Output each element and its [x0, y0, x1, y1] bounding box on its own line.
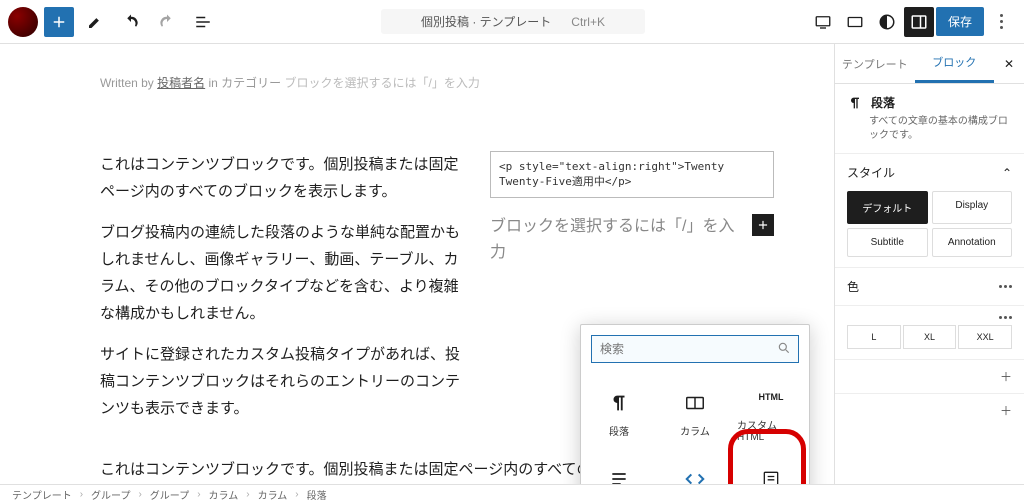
author-link[interactable]: 投稿者名 [157, 76, 205, 90]
view-desktop-button[interactable] [808, 7, 838, 37]
tab-block[interactable]: ブロック [915, 44, 995, 83]
styles-button[interactable] [872, 7, 902, 37]
content-icon [607, 467, 631, 484]
size-xxl[interactable]: XXL [958, 325, 1012, 349]
more-options-button[interactable] [986, 7, 1016, 37]
block-item-html[interactable]: HTML カスタム HTML [733, 371, 809, 453]
close-sidebar-button[interactable]: ✕ [994, 57, 1024, 71]
content-paragraph[interactable]: これはコンテンツブロックです。個別投稿または固定ページ内のすべてのブロックを表示… [100, 151, 460, 205]
style-annotation[interactable]: Annotation [932, 228, 1013, 257]
add-block-button[interactable] [44, 7, 74, 37]
style-default[interactable]: デフォルト [847, 191, 928, 224]
add-control-button[interactable]: ＋ [835, 393, 1024, 427]
breadcrumb-item[interactable]: グループ [91, 487, 130, 502]
center-title: 個別投稿 · テンプレート [421, 13, 551, 30]
paragraph-icon [607, 391, 631, 415]
more-icon[interactable] [999, 285, 1012, 288]
settings-sidebar-button[interactable] [904, 7, 934, 37]
breadcrumb-item[interactable]: カラム [258, 487, 288, 502]
code-icon [683, 467, 707, 484]
html-icon: HTML [759, 385, 783, 409]
current-block-title: 段落 [847, 94, 1012, 111]
block-item-code[interactable]: コード [657, 453, 733, 484]
style-section-header[interactable]: スタイル ⌃ [847, 164, 1012, 181]
undo-button[interactable] [116, 7, 146, 37]
columns-icon [683, 391, 707, 415]
chevron-up-icon: ⌃ [1002, 166, 1012, 180]
post-byline: Written by 投稿者名 in カテゴリー ブロックを選択するには「/」を… [100, 74, 774, 91]
breadcrumb: テンプレート› グループ› グループ› カラム› カラム› 段落 [0, 484, 1024, 504]
more-icon[interactable] [999, 316, 1012, 319]
inline-inserter-button[interactable] [752, 214, 774, 236]
block-item-columns[interactable]: カラム [657, 371, 733, 453]
block-item-latest-posts[interactable]: 最新の投稿 [733, 453, 809, 484]
style-subtitle[interactable]: Subtitle [847, 228, 928, 257]
latest-posts-icon [759, 467, 783, 484]
site-logo[interactable] [8, 7, 38, 37]
breadcrumb-item[interactable]: グループ [150, 487, 189, 502]
color-section-header[interactable]: 色 [847, 278, 1012, 295]
block-inserter-popover: 段落 カラム HTML カスタム HTML コンテンツ コード [580, 324, 810, 484]
edit-mode-button[interactable] [80, 7, 110, 37]
add-control-button[interactable]: ＋ [835, 359, 1024, 393]
size-l[interactable]: L [847, 325, 901, 349]
command-center[interactable]: 個別投稿 · テンプレート Ctrl+K [381, 9, 645, 34]
center-shortcut: Ctrl+K [571, 15, 605, 29]
fullscreen-button[interactable] [840, 7, 870, 37]
block-item-content[interactable]: コンテンツ [581, 453, 657, 484]
tab-template[interactable]: テンプレート [835, 46, 915, 82]
search-icon [777, 341, 791, 358]
block-item-paragraph[interactable]: 段落 [581, 371, 657, 453]
style-display[interactable]: Display [932, 191, 1013, 224]
paragraph-icon [847, 95, 863, 111]
block-search-input[interactable] [591, 335, 799, 363]
breadcrumb-item[interactable]: カラム [209, 487, 239, 502]
breadcrumb-item[interactable]: テンプレート [12, 487, 72, 502]
html-code-block[interactable]: <p style="text-align:right">Twenty Twent… [490, 151, 774, 198]
breadcrumb-item[interactable]: 段落 [307, 487, 327, 502]
content-paragraph[interactable]: ブログ投稿内の連続した段落のような単純な配置かもしれませんし、画像ギャラリー、動… [100, 219, 460, 327]
document-overview-button[interactable] [188, 7, 218, 37]
redo-button[interactable] [152, 7, 182, 37]
size-xl[interactable]: XL [903, 325, 957, 349]
content-paragraph[interactable]: サイトに登録されたカスタム投稿タイプがあれば、投稿コンテンツブロックはそれらのエ… [100, 341, 460, 422]
current-block-desc: すべての文章の基本の構成ブロックです。 [869, 115, 1012, 143]
save-button[interactable]: 保存 [936, 7, 984, 36]
empty-block-placeholder[interactable]: ブロックを選択するには「/」を入力 [490, 214, 746, 265]
